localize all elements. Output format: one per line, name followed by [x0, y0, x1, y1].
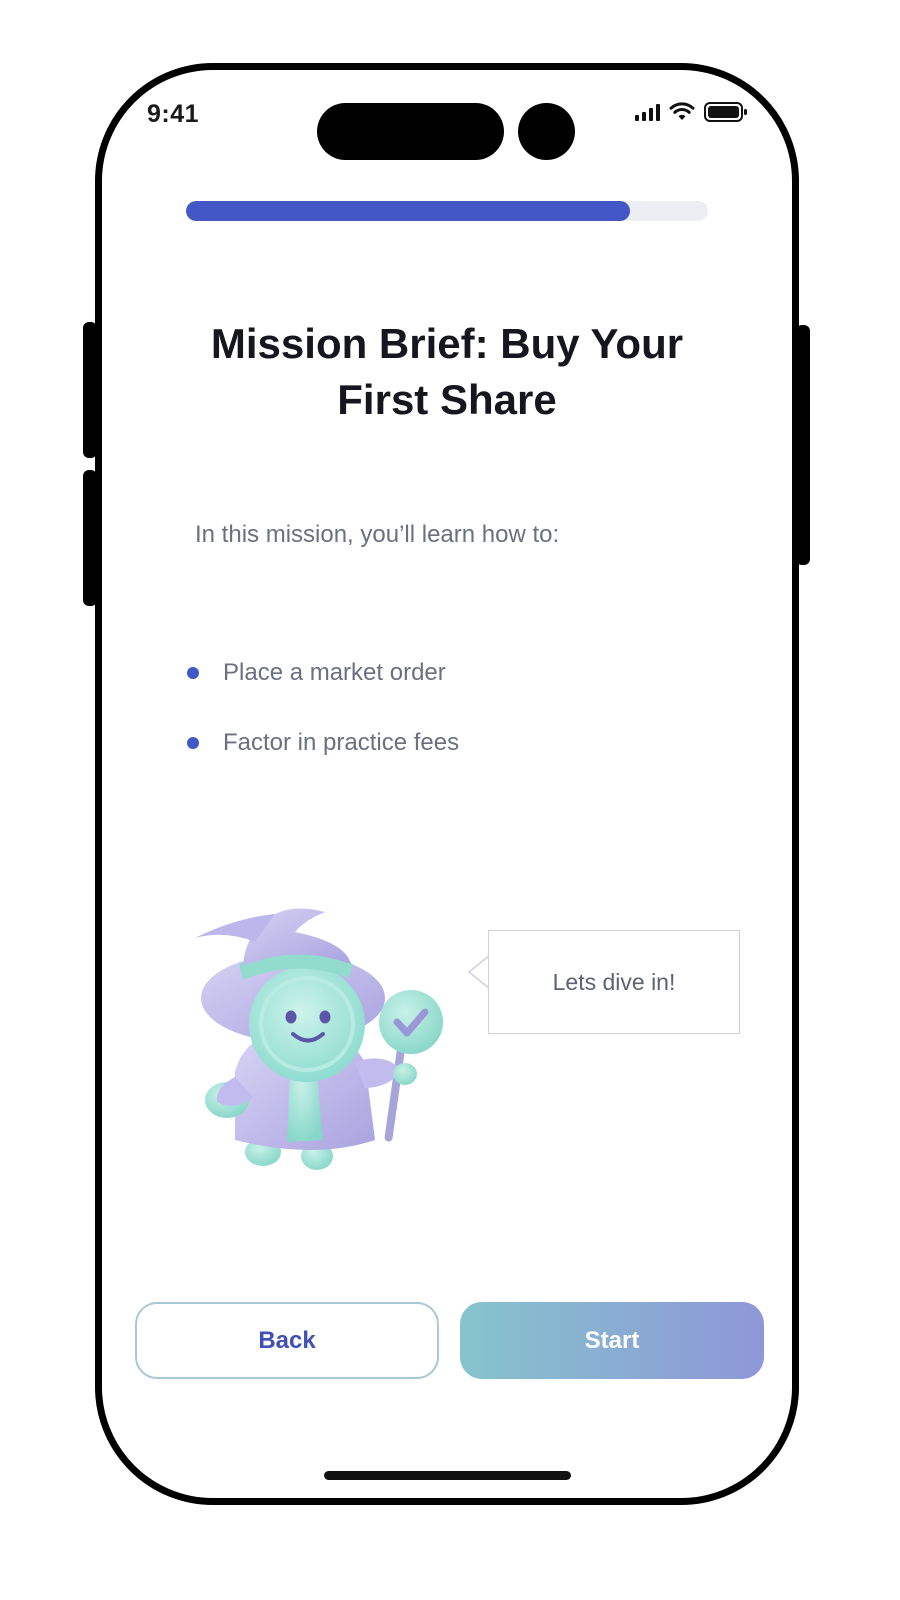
mission-progress-bar [186, 201, 708, 221]
cellular-signal-icon [635, 103, 660, 121]
status-icons [635, 100, 748, 124]
home-indicator[interactable] [324, 1471, 571, 1480]
list-item: Place a market order [187, 638, 459, 708]
battery-icon [704, 102, 747, 122]
bullet-icon [187, 667, 199, 679]
status-time: 9:41 [147, 100, 200, 128]
wifi-icon [669, 102, 695, 120]
speech-bubble-text: Lets dive in! [552, 968, 676, 995]
phone-frame: 9:41 Mission Brief: Buy Your First Share… [95, 63, 799, 1505]
speech-bubble-tail [468, 954, 490, 990]
start-button[interactable]: Start [460, 1302, 764, 1379]
objective-list: Place a market order Factor in practice … [187, 638, 459, 778]
bullet-icon [187, 737, 199, 749]
page-title: Mission Brief: Buy Your First Share [210, 320, 684, 423]
mission-progress-fill [186, 201, 630, 221]
mission-intro: In this mission, you’ll learn how to: [195, 521, 560, 548]
speech-bubble: Lets dive in! [488, 930, 740, 1034]
back-button[interactable]: Back [135, 1302, 439, 1379]
objective-label: Place a market order [223, 659, 446, 686]
page: 9:41 Mission Brief: Buy Your First Share… [0, 0, 900, 1600]
objective-label: Factor in practice fees [223, 729, 460, 756]
list-item: Factor in practice fees [187, 708, 459, 778]
wizard-mascot-icon [195, 908, 443, 1170]
dynamic-island [317, 103, 504, 160]
front-camera [518, 103, 575, 160]
